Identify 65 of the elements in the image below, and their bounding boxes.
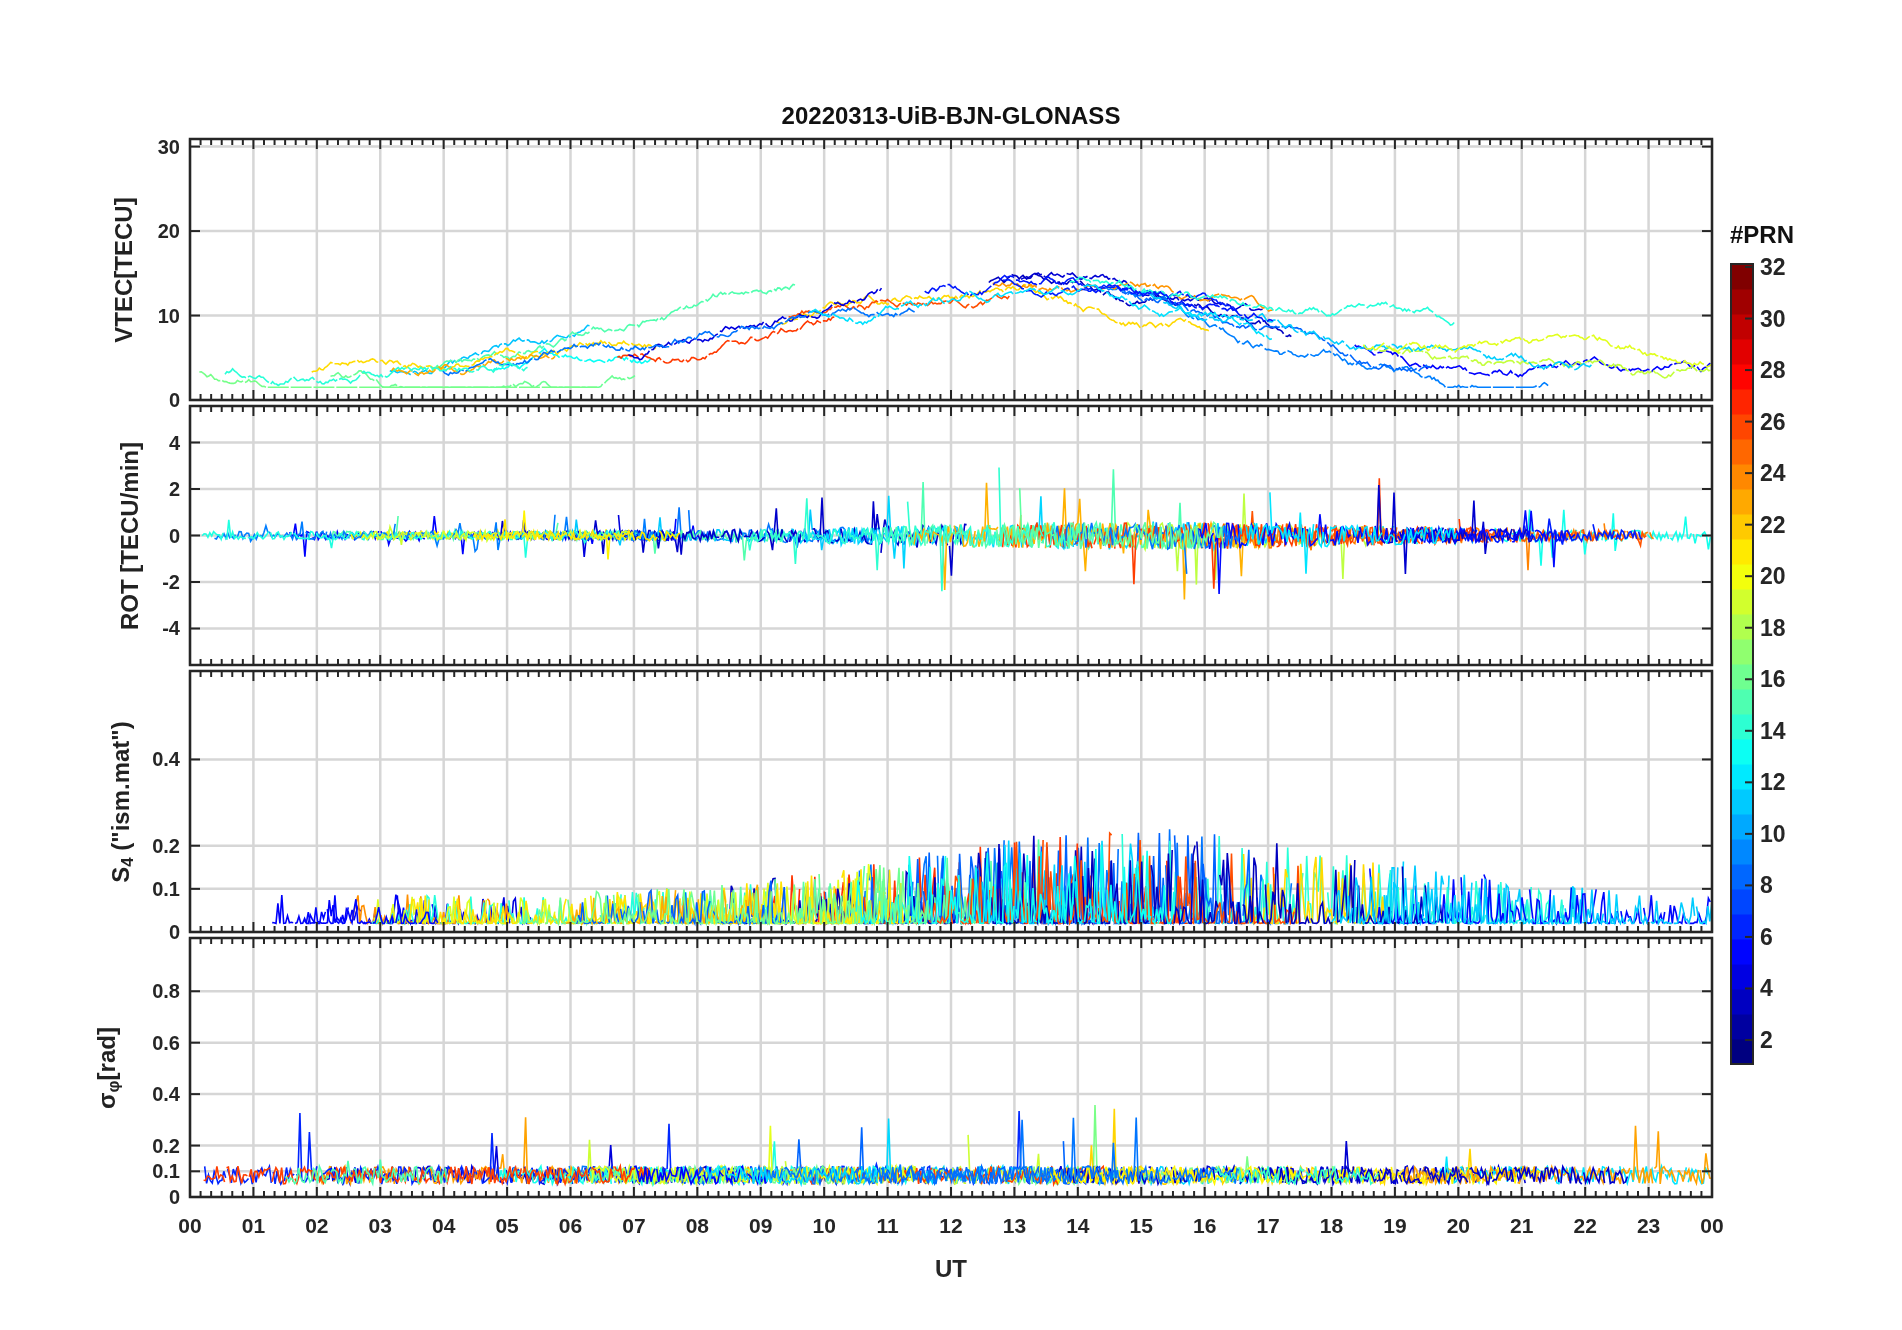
colorbar-tick-label: 16 — [1760, 666, 1786, 693]
axis-tick-label: 0 — [168, 524, 180, 547]
axis-tick-label: 0.1 — [152, 877, 180, 900]
axis-tick-label: 15 — [1129, 1214, 1153, 1237]
axis-tick-label: 0.6 — [152, 1031, 180, 1054]
axis-tick-label: 23 — [1636, 1214, 1661, 1237]
axis-tick-label: 19 — [1383, 1214, 1407, 1237]
axis-tick-label: 10 — [812, 1214, 836, 1237]
axis-tick-label: 07 — [622, 1214, 646, 1237]
axis-tick-label: 17 — [1256, 1214, 1280, 1237]
axis-tick-label: 0 — [168, 921, 180, 943]
axis-tick-label: 22 — [1573, 1214, 1597, 1237]
axis-tick-label: 0.2 — [152, 834, 180, 857]
axis-tick-label: 03 — [368, 1214, 392, 1237]
colorbar-tick-label: 20 — [1760, 563, 1786, 590]
axis-tick-label: 0 — [168, 1186, 180, 1208]
axis-tick-label: 10 — [157, 304, 180, 327]
axis-tick-label: 05 — [495, 1214, 519, 1237]
colorbar-tick-label: 10 — [1760, 820, 1786, 847]
colorbar-tick-label: 30 — [1760, 305, 1786, 332]
axis-tick-label: 13 — [1002, 1214, 1027, 1237]
colorbar-tick-label: 6 — [1760, 923, 1773, 950]
axis-tick-label: 18 — [1319, 1214, 1344, 1237]
axis-tick-label: 06 — [558, 1214, 583, 1237]
axis-tick-label: -4 — [162, 617, 180, 640]
colorbar-tick-label: 26 — [1760, 408, 1786, 435]
colorbar-tick-label: 8 — [1760, 872, 1773, 899]
axis-tick-label: 21 — [1510, 1214, 1534, 1237]
axis-tick-label: 0 — [168, 389, 180, 411]
axis-tick-label: 04 — [432, 1214, 456, 1237]
colorbar-tick-label: 2 — [1760, 1027, 1773, 1053]
axis-tick-label: 4 — [168, 431, 180, 454]
axis-tick-label: 00 — [1700, 1214, 1724, 1237]
colorbar-tick-label: 28 — [1760, 357, 1786, 384]
axis-tick-label: 0.2 — [152, 1134, 180, 1157]
colorbar-title: #PRN — [1730, 221, 1794, 248]
colorbar-tick-label: 4 — [1760, 975, 1773, 1002]
axis-tick-label: 0.4 — [152, 748, 180, 771]
colorbar-tick-label: 32 — [1760, 254, 1786, 280]
axis-tick-label: 20 — [157, 220, 180, 243]
colorbar-tick-label: 22 — [1760, 511, 1786, 538]
axis-tick-label: 0.1 — [152, 1160, 180, 1183]
axis-tick-label: 16 — [1193, 1214, 1217, 1237]
axis-tick-label: 14 — [1066, 1214, 1090, 1237]
axis-tick-label: 12 — [939, 1214, 963, 1237]
colorbar-tick-label: 18 — [1760, 614, 1786, 641]
axis-tick-label: 2 — [168, 478, 180, 500]
axis-label: VTEC[TECU] — [112, 196, 136, 343]
axis-tick-label: 0.8 — [152, 980, 180, 1003]
colorbar-tick-label: 12 — [1760, 769, 1786, 796]
axis-tick-label: 0.4 — [152, 1083, 180, 1106]
axis-tick-label: 20 — [1446, 1214, 1470, 1237]
axis-tick-label: 09 — [749, 1214, 773, 1237]
axis-tick-label: -2 — [162, 571, 180, 593]
axis-title: UT — [935, 1255, 967, 1282]
axis-label: ROT [TECU/min] — [118, 441, 142, 630]
axis-tick-label: 00 — [178, 1214, 202, 1237]
chart-title: 20220313-UiB-BJN-GLONASS — [781, 102, 1121, 129]
axis-tick-label: 02 — [305, 1214, 329, 1237]
axis-tick-label: 01 — [241, 1214, 266, 1237]
axis-tick-label: 08 — [685, 1214, 709, 1237]
colorbar-tick-label: 24 — [1760, 460, 1786, 487]
colorbar-tick-label: 14 — [1760, 717, 1786, 744]
axis-tick-label: 11 — [876, 1214, 899, 1237]
axis-tick-label: 30 — [157, 135, 180, 158]
